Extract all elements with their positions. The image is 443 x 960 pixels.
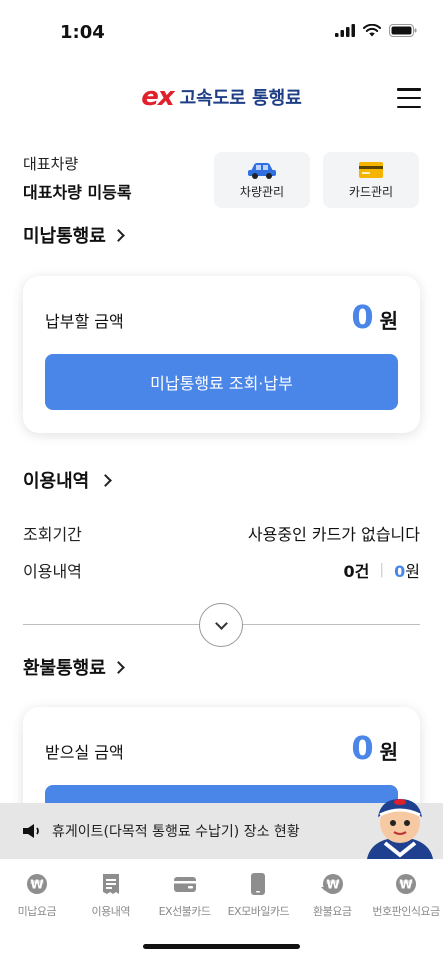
app-header: ex 고속도로 통행료 — [0, 84, 443, 110]
notice-text: 휴게이트(다목적 통행료 수납기) 장소 현황 — [52, 824, 300, 840]
chevron-right-icon — [111, 660, 125, 674]
unpaid-amount-value: 0 — [351, 298, 374, 336]
status-icons — [335, 24, 417, 37]
history-count: 0건 — [343, 562, 370, 581]
won-refund-icon: ₩ — [321, 874, 344, 894]
history-amount-unit: 원 — [405, 562, 420, 581]
usage-section-link[interactable]: 이용내역 — [23, 467, 113, 493]
refund-heading: 환불통행료 — [23, 658, 106, 679]
signal-icon — [335, 24, 355, 37]
chevron-right-icon — [99, 473, 113, 487]
nav-label: 이용내역 — [91, 905, 131, 918]
status-time: 1:04 — [60, 22, 105, 43]
nav-plate-recognition[interactable]: ₩ 번호판인식요금 — [369, 859, 443, 960]
receipt-icon — [102, 874, 119, 894]
usage-heading: 이용내역 — [23, 471, 90, 492]
refund-amount: 0 원 — [351, 729, 398, 767]
battery-icon — [389, 24, 417, 37]
refund-amount-label: 받으실 금액 — [45, 743, 124, 762]
rep-vehicle-value: 대표차량 미등록 — [23, 183, 132, 202]
hamburger-menu-icon[interactable] — [397, 88, 421, 108]
speaker-icon — [23, 824, 39, 838]
unpaid-amount-unit: 원 — [379, 309, 398, 333]
nav-unpaid[interactable]: ₩ 미납요금 — [0, 859, 74, 960]
nav-label: 미납요금 — [17, 905, 57, 918]
period-value: 사용중인 카드가 없습니다 — [247, 525, 420, 544]
period-label: 조회기간 — [23, 525, 82, 544]
history-amount: 0원 — [394, 558, 420, 582]
history-label: 이용내역 — [23, 562, 82, 581]
history-amount-value: 0 — [394, 562, 406, 581]
phone-icon — [251, 873, 266, 895]
car-icon — [248, 162, 276, 179]
home-indicator — [143, 944, 300, 949]
unpaid-card: 납부할 금액 0 원 미납통행료 조회·납부 — [23, 276, 420, 433]
unpaid-lookup-pay-button[interactable]: 미납통행료 조회·납부 — [45, 354, 398, 410]
svg-text:₩: ₩ — [30, 878, 44, 892]
rep-vehicle-label: 대표차량 — [23, 155, 79, 173]
won-circle-icon: ₩ — [396, 874, 417, 894]
chevron-right-icon — [111, 228, 125, 242]
nav-label: 번호판인식요금 — [372, 905, 440, 918]
vehicle-manage-label: 차량관리 — [239, 184, 285, 199]
history-separator: | — [379, 562, 385, 578]
nav-label: EX선불카드 — [158, 905, 211, 918]
refund-amount-unit: 원 — [379, 740, 398, 764]
vehicle-manage-button[interactable]: 차량관리 — [214, 152, 310, 208]
refund-section-link[interactable]: 환불통행료 — [23, 654, 125, 680]
refund-amount-value: 0 — [351, 729, 374, 767]
won-circle-icon: ₩ — [26, 874, 47, 894]
svg-text:₩: ₩ — [327, 878, 341, 892]
unpaid-amount-label: 납부할 금액 — [45, 312, 124, 331]
credit-card-icon — [359, 161, 383, 178]
unpaid-amount: 0 원 — [351, 298, 398, 336]
card-manage-button[interactable]: 카드관리 — [323, 152, 419, 208]
nav-label: EX모바일카드 — [227, 905, 290, 918]
wallet-icon — [173, 877, 196, 892]
unpaid-section-link[interactable]: 미납통행료 — [23, 222, 125, 248]
app-title: 고속도로 통행료 — [179, 88, 302, 109]
chevron-down-icon — [214, 616, 228, 630]
mascot-character-icon — [367, 799, 433, 859]
ex-logo: ex — [141, 82, 174, 112]
nav-refund[interactable]: ₩ 환불요금 — [295, 859, 369, 960]
wifi-icon — [363, 24, 381, 37]
unpaid-heading: 미납통행료 — [23, 226, 106, 247]
nav-usage[interactable]: 이용내역 — [74, 859, 148, 960]
expand-button[interactable] — [199, 603, 243, 647]
history-summary: 0건 | 0원 — [344, 558, 420, 582]
card-manage-label: 카드관리 — [348, 184, 394, 199]
svg-text:₩: ₩ — [399, 878, 413, 892]
nav-label: 환불요금 — [312, 905, 352, 918]
